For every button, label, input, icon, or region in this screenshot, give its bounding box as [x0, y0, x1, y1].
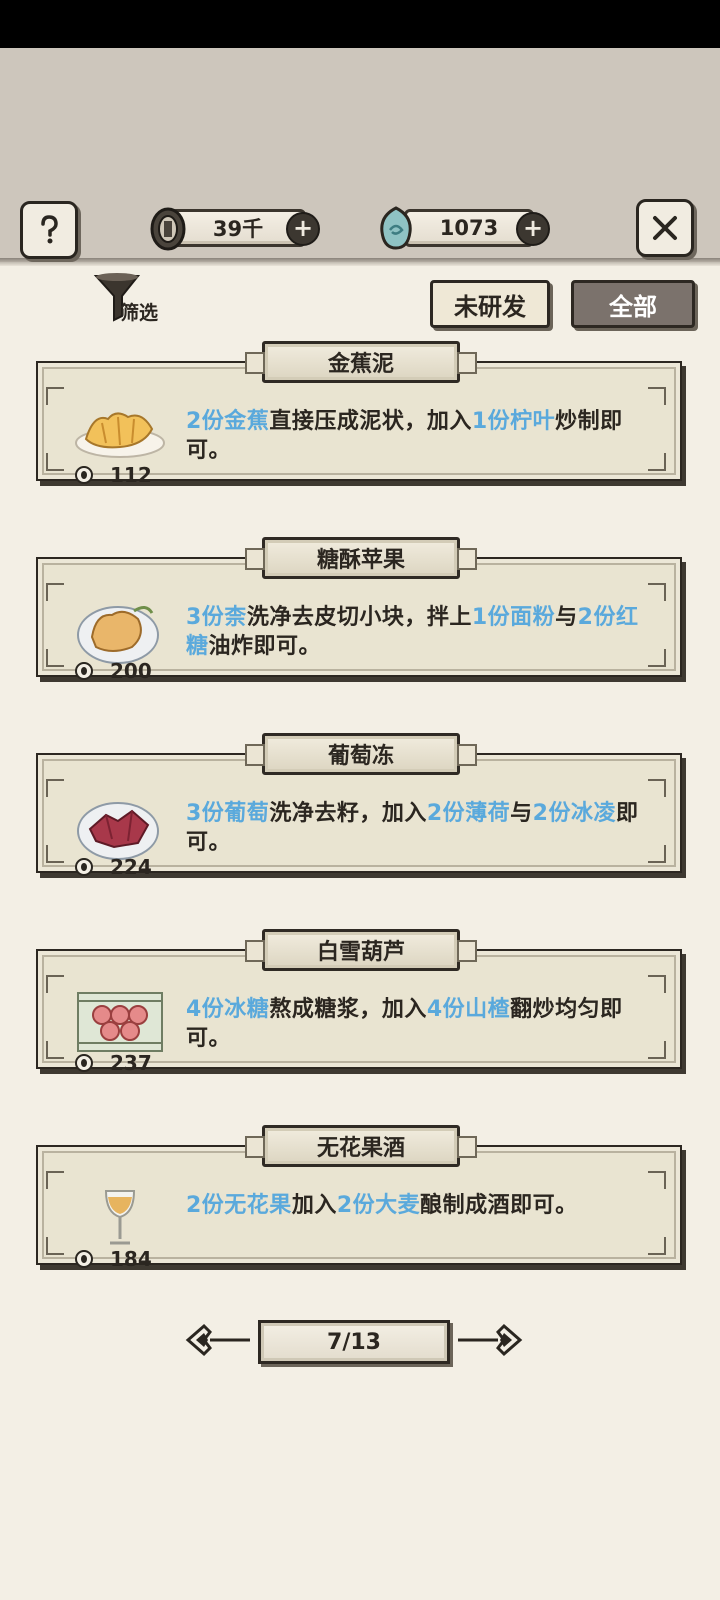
coin-icon — [150, 207, 186, 251]
description-text: 洗净去籽，加入 — [269, 801, 427, 826]
pagination: 7/13 — [184, 1318, 526, 1364]
plus-icon: + — [292, 214, 314, 242]
ingredient-highlight: 2份大麦 — [336, 1193, 421, 1218]
price-value: 237 — [110, 1051, 152, 1075]
ingredient-highlight: 2份金蕉 — [186, 409, 270, 434]
recipe-title: 金蕉泥 — [245, 341, 477, 383]
ingredient-highlight: 2份无花果 — [186, 1193, 292, 1218]
recipe-description: 3份柰洗净去皮切小块，拌上1份面粉与2份红糖油炸即可。 — [186, 603, 656, 661]
recipe-price: 184 — [74, 1247, 152, 1271]
banner-edge — [0, 258, 720, 266]
tab-undeveloped[interactable]: 未研发 — [430, 280, 550, 328]
recipe-card[interactable]: 200 3份柰洗净去皮切小块，拌上1份面粉与2份红糖油炸即可。 糖酥苹果 — [36, 537, 684, 683]
price-value: 112 — [110, 463, 152, 487]
dish-image — [72, 399, 168, 469]
price-value: 184 — [110, 1247, 152, 1271]
filter-button[interactable]: 筛选 — [92, 270, 182, 326]
ingredient-highlight: 2份薄荷 — [426, 801, 511, 826]
recipe-title: 葡萄冻 — [245, 733, 477, 775]
recipe-description: 2份无花果加入2份大麦酿制成酒即可。 — [186, 1191, 656, 1220]
description-text: 直接压成泥状，加入 — [269, 409, 472, 434]
tab-all[interactable]: 全部 — [571, 280, 695, 328]
description-text: 酿制成酒即可。 — [420, 1193, 578, 1218]
gem-currency: 1073 + — [376, 206, 552, 250]
dish-image — [72, 791, 168, 861]
ingredient-highlight: 1份面粉 — [471, 605, 556, 630]
description-text: 洗净去皮切小块，拌上 — [246, 605, 472, 630]
recipe-price: 200 — [74, 659, 152, 683]
question-icon — [41, 215, 58, 244]
coin-icon — [75, 466, 93, 484]
coin-icon — [75, 1250, 93, 1268]
ingredient-highlight: 4份冰糖 — [186, 997, 270, 1022]
dish-image — [72, 595, 168, 665]
plus-icon: + — [522, 214, 544, 242]
gem-amount: 1073 — [404, 209, 534, 247]
filter-label: 筛选 — [120, 302, 159, 324]
description-text: 油炸即可。 — [208, 634, 322, 659]
add-coins-button[interactable]: + — [286, 212, 320, 246]
ingredient-highlight: 1份柠叶 — [471, 409, 556, 434]
close-icon — [653, 216, 677, 240]
coin-icon — [75, 1054, 93, 1072]
recipe-description: 2份金蕉直接压成泥状，加入1份柠叶炒制即可。 — [186, 407, 656, 465]
recipe-card[interactable]: 112 2份金蕉直接压成泥状，加入1份柠叶炒制即可。 金蕉泥 — [36, 341, 684, 487]
coin-currency: 39千 + — [148, 206, 320, 251]
top-banner — [0, 48, 720, 262]
recipe-title: 糖酥苹果 — [245, 537, 477, 579]
fig-wine-icon — [104, 1190, 136, 1245]
recipe-card[interactable]: 224 3份葡萄洗净去籽，加入2份薄荷与2份冰凌即可。 葡萄冻 — [36, 733, 684, 879]
page-indicator: 7/13 — [258, 1320, 450, 1364]
recipe-title: 无花果酒 — [245, 1125, 477, 1167]
coin-icon — [75, 662, 93, 680]
recipe-description: 4份冰糖熬成糖浆，加入4份山楂翻炒均匀即可。 — [186, 995, 656, 1053]
fried-apple-icon — [77, 606, 159, 664]
recipe-description: 3份葡萄洗净去籽，加入2份薄荷与2份冰凌即可。 — [186, 799, 656, 857]
ingredient-highlight: 3份葡萄 — [186, 801, 270, 826]
description-text: 与 — [510, 801, 533, 826]
banana-mash-icon — [75, 412, 165, 458]
ingredient-highlight: 3份柰 — [186, 605, 247, 630]
dish-image — [72, 987, 168, 1057]
coin-icon — [75, 858, 93, 876]
recipe-card[interactable]: 237 4份冰糖熬成糖浆，加入4份山楂翻炒均匀即可。 白雪葫芦 — [36, 929, 684, 1075]
recipe-price: 224 — [74, 855, 152, 879]
close-button[interactable] — [636, 199, 694, 257]
help-button[interactable] — [20, 201, 78, 259]
price-value: 200 — [110, 659, 152, 683]
price-value: 224 — [110, 855, 152, 879]
description-text: 熬成糖浆，加入 — [269, 997, 427, 1022]
recipe-price: 237 — [74, 1051, 152, 1075]
dish-image — [72, 1183, 168, 1253]
add-gems-button[interactable]: + — [516, 212, 550, 246]
candied-haw-icon — [77, 992, 163, 1052]
recipe-title: 白雪葫芦 — [245, 929, 477, 971]
grape-jelly-icon — [77, 802, 159, 860]
ingredient-highlight: 2份冰凌 — [532, 801, 616, 826]
description-text: 加入 — [291, 1193, 337, 1218]
recipe-card[interactable]: 184 2份无花果加入2份大麦酿制成酒即可。 无花果酒 — [36, 1125, 684, 1271]
prev-page-button[interactable] — [184, 1320, 254, 1360]
status-bar — [0, 0, 720, 48]
next-page-button[interactable] — [454, 1320, 524, 1360]
jade-icon — [380, 206, 412, 250]
ingredient-highlight: 4份山楂 — [426, 997, 511, 1022]
recipe-price: 112 — [74, 463, 152, 487]
description-text: 与 — [555, 605, 578, 630]
